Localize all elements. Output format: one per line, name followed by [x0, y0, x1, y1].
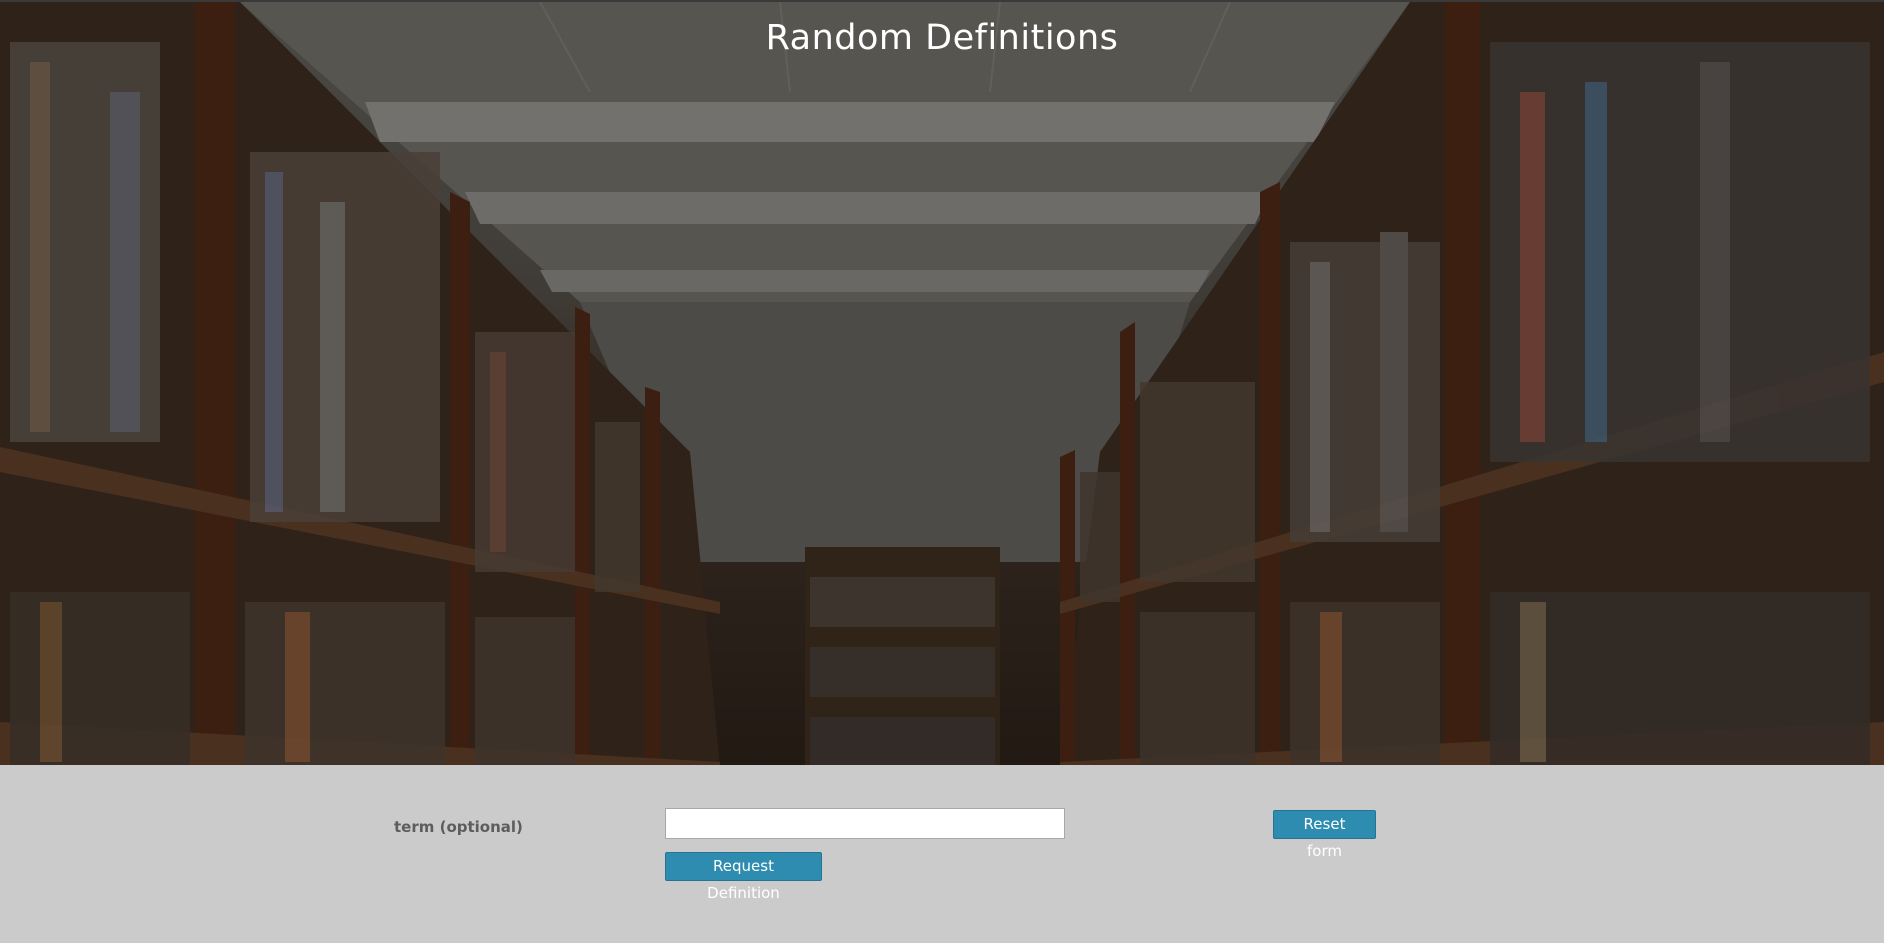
hero-banner: Random Definitions — [0, 0, 1884, 765]
term-input[interactable] — [665, 808, 1065, 839]
page-title: Random Definitions — [765, 18, 1119, 58]
reset-form-button[interactable]: Reset form — [1273, 810, 1376, 860]
definition-form: term (optional) Request Definition Reset… — [0, 765, 1884, 943]
library-bookshelves-image — [0, 2, 1884, 765]
term-label: term (optional) — [394, 818, 523, 836]
request-definition-button[interactable]: Request Definition — [665, 852, 822, 902]
